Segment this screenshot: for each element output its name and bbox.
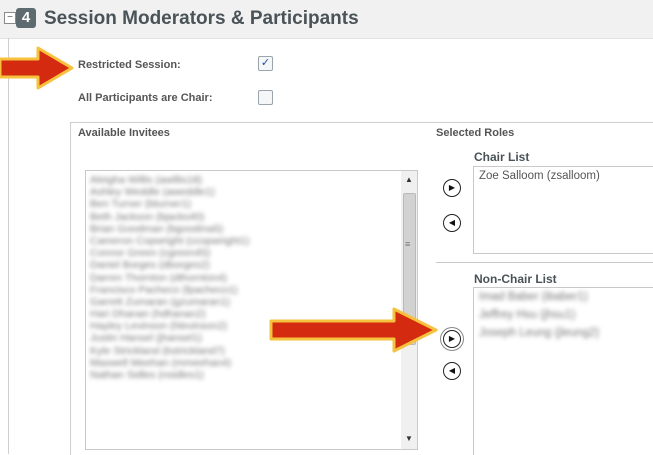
list-item[interactable]: Brian Goodman (bgoodma5) bbox=[86, 223, 402, 235]
list-item[interactable]: Connor Green (cgreen45) bbox=[86, 247, 402, 259]
restricted-session-checkbox[interactable]: ✓ bbox=[258, 56, 273, 71]
list-item[interactable]: Beth Jackson (bjacks40) bbox=[86, 211, 402, 223]
selected-roles-heading: Selected Roles bbox=[436, 127, 515, 139]
scroll-grip-icon: ≡ bbox=[405, 239, 411, 249]
scroll-down-icon[interactable]: ▼ bbox=[401, 432, 417, 446]
nonchair-list[interactable]: Imad Baber (ibaber1) Jeffrey Hsu (jhsu1)… bbox=[473, 287, 653, 455]
annotation-arrow-icon bbox=[0, 46, 74, 90]
list-item[interactable]: Francisco Pacheco (fpacheco1) bbox=[86, 284, 402, 296]
nonchair-list-label: Non-Chair List bbox=[474, 272, 557, 286]
arrow-right-icon: ▶ bbox=[448, 183, 456, 192]
list-item[interactable]: Jeffrey Hsu (jhsu1) bbox=[474, 306, 653, 324]
list-item[interactable]: Joseph Leung (jleung2) bbox=[474, 324, 653, 342]
arrow-left-icon: ◀ bbox=[448, 366, 456, 375]
list-item[interactable]: Nathan Sidles (nsidles1) bbox=[86, 369, 402, 381]
roles-divider bbox=[436, 262, 653, 263]
step-badge: 4 bbox=[16, 8, 36, 28]
chair-list[interactable]: Zoe Salloom (zsalloom) bbox=[473, 166, 653, 254]
scroll-up-icon[interactable]: ▲ bbox=[401, 173, 417, 187]
collapse-toggle[interactable]: − bbox=[4, 12, 16, 24]
arrow-right-icon: ▶ bbox=[448, 334, 456, 343]
section-title: Session Moderators & Participants bbox=[44, 8, 359, 29]
remove-from-chair-button[interactable]: ◀ bbox=[443, 214, 461, 232]
list-item[interactable]: Darren Thornton (dthornton4) bbox=[86, 272, 402, 284]
list-item[interactable]: Imad Baber (ibaber1) bbox=[474, 288, 653, 306]
add-to-chair-button[interactable]: ▶ bbox=[443, 179, 461, 197]
all-chair-label: All Participants are Chair: bbox=[78, 92, 213, 104]
remove-from-nonchair-button[interactable]: ◀ bbox=[443, 362, 461, 380]
list-item[interactable]: Ben Turner (bturner1) bbox=[86, 198, 402, 210]
list-item[interactable]: Zoe Salloom (zsalloom) bbox=[474, 167, 653, 185]
restricted-session-label: Restricted Session: bbox=[78, 59, 181, 71]
arrow-left-icon: ◀ bbox=[448, 218, 456, 227]
section-border bbox=[8, 38, 9, 454]
list-item[interactable]: Cameron Copwright (ccopwright1) bbox=[86, 235, 402, 247]
all-chair-checkbox[interactable] bbox=[258, 90, 273, 105]
list-item[interactable]: Aleigha Willis (awillis18) bbox=[86, 174, 402, 186]
add-to-nonchair-button[interactable]: ▶ bbox=[443, 330, 461, 348]
available-invitees-heading: Available Invitees bbox=[78, 127, 170, 139]
list-item[interactable]: Daniel Borges (dborges2) bbox=[86, 259, 402, 271]
chair-list-label: Chair List bbox=[474, 150, 530, 164]
section-header: − 4 Session Moderators & Participants bbox=[0, 0, 653, 39]
list-item[interactable]: Maxwell Meehan (mmeehan4) bbox=[86, 357, 402, 369]
list-item[interactable]: Ashley Weddle (aweddle1) bbox=[86, 186, 402, 198]
annotation-arrow-icon bbox=[269, 307, 438, 353]
